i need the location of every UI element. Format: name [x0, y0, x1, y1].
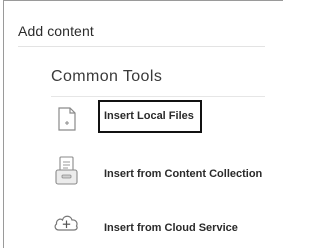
section-divider [51, 96, 265, 97]
file-icon [50, 101, 82, 135]
panel-divider [18, 46, 265, 47]
content-collection-icon [50, 154, 82, 188]
insert-cloud-service-item[interactable]: Insert from Cloud Service [44, 206, 274, 246]
insert-cloud-service-button[interactable]: Insert from Cloud Service [104, 222, 238, 234]
insert-local-files-button[interactable]: Insert Local Files [98, 100, 202, 133]
insert-content-collection-button[interactable]: Insert from Content Collection [104, 168, 262, 180]
insert-content-collection-item[interactable]: Insert from Content Collection [44, 154, 274, 194]
add-content-panel: Add content Common Tools Insert Local Fi… [3, 0, 283, 248]
insert-local-files-item[interactable]: Insert Local Files [44, 100, 274, 141]
section-title: Common Tools [51, 68, 163, 85]
panel-title: Add content [18, 23, 94, 39]
cloud-add-icon [50, 206, 82, 240]
